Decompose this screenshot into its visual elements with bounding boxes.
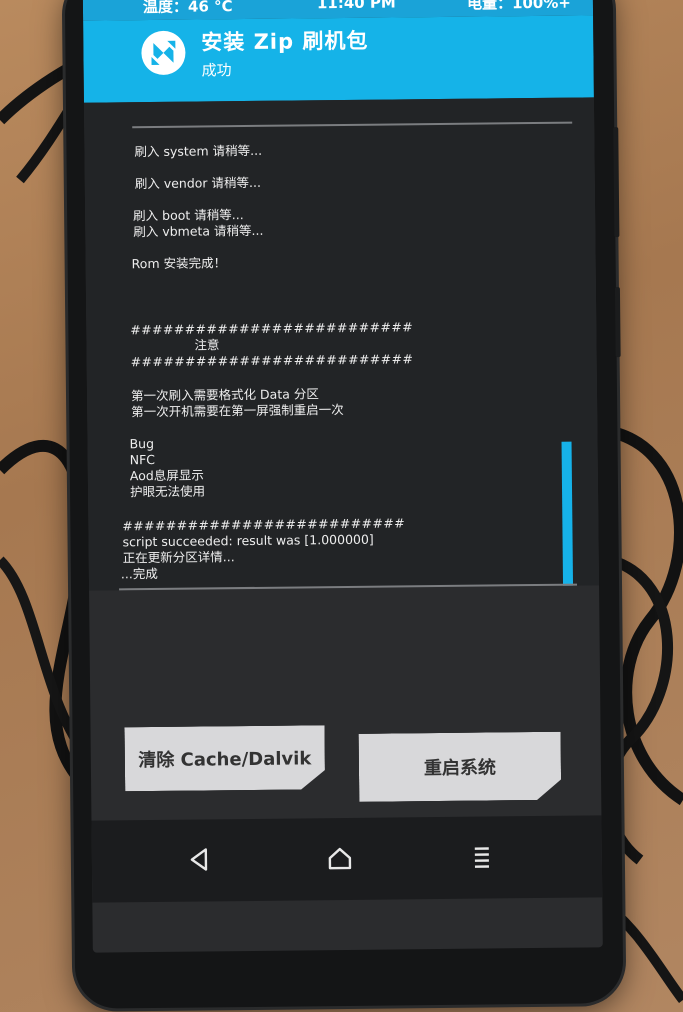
- log-line: Rom 安装完成！: [131, 255, 227, 272]
- log-bottom-divider: [119, 583, 578, 591]
- page-title: 安装 Zip 刷机包: [201, 28, 369, 55]
- log-line: 正在更新分区详情...: [122, 549, 235, 566]
- log-line: ...完成: [120, 565, 158, 582]
- reboot-system-button[interactable]: 重启系统: [359, 732, 562, 802]
- navigation-bar: [91, 815, 603, 903]
- phone-screen: 温度：46 °C 11:40 PM 电量：100%+ 安装 Zip 刷机包 成功…: [82, 0, 603, 953]
- log-line: 第一次刷入需要格式化 Data 分区: [130, 386, 319, 404]
- menu-icon[interactable]: [464, 838, 500, 874]
- battery-readout: 电量：100%+: [466, 0, 572, 13]
- page-subtitle: 成功: [201, 61, 232, 80]
- log-line: 护眼无法使用: [129, 483, 206, 500]
- log-scrollbar[interactable]: [561, 441, 574, 586]
- log-top-divider: [132, 121, 573, 129]
- log-line: 刷入 vbmeta 请稍等...: [133, 222, 264, 240]
- back-icon[interactable]: [182, 841, 218, 877]
- wipe-cache-dalvik-button[interactable]: 清除 Cache/Dalvik: [124, 725, 325, 791]
- log-line: script succeeded: result was [1.000000]: [122, 531, 374, 550]
- home-icon[interactable]: [322, 840, 358, 876]
- log-line: Bug: [129, 435, 155, 452]
- temperature-readout: 温度：46 °C: [142, 0, 233, 17]
- clock: 11:40 PM: [316, 0, 396, 13]
- log-line: 刷入 boot 请稍等...: [133, 207, 244, 224]
- log-line: 刷入 vendor 请稍等...: [134, 174, 261, 192]
- log-line: 第一次开机需要在第一屏强制重启一次: [131, 401, 344, 420]
- twrp-logo-icon: [141, 30, 186, 75]
- log-line: NFC: [129, 451, 156, 468]
- log-line: ##########################: [122, 515, 406, 534]
- install-log[interactable]: 刷入 system 请稍等... 刷入 vendor 请稍等... 刷入 boo…: [83, 97, 600, 591]
- power-button: [614, 287, 621, 358]
- log-line: ##########################: [130, 351, 414, 370]
- phone-body: 温度：46 °C 11:40 PM 电量：100%+ 安装 Zip 刷机包 成功…: [64, 0, 624, 1009]
- log-line: ##########################: [130, 319, 414, 338]
- page-header: 安装 Zip 刷机包 成功: [83, 15, 594, 103]
- log-line: Aod息屏显示: [129, 467, 204, 484]
- log-line: 注意: [194, 337, 220, 353]
- log-line: 刷入 system 请稍等...: [134, 142, 263, 160]
